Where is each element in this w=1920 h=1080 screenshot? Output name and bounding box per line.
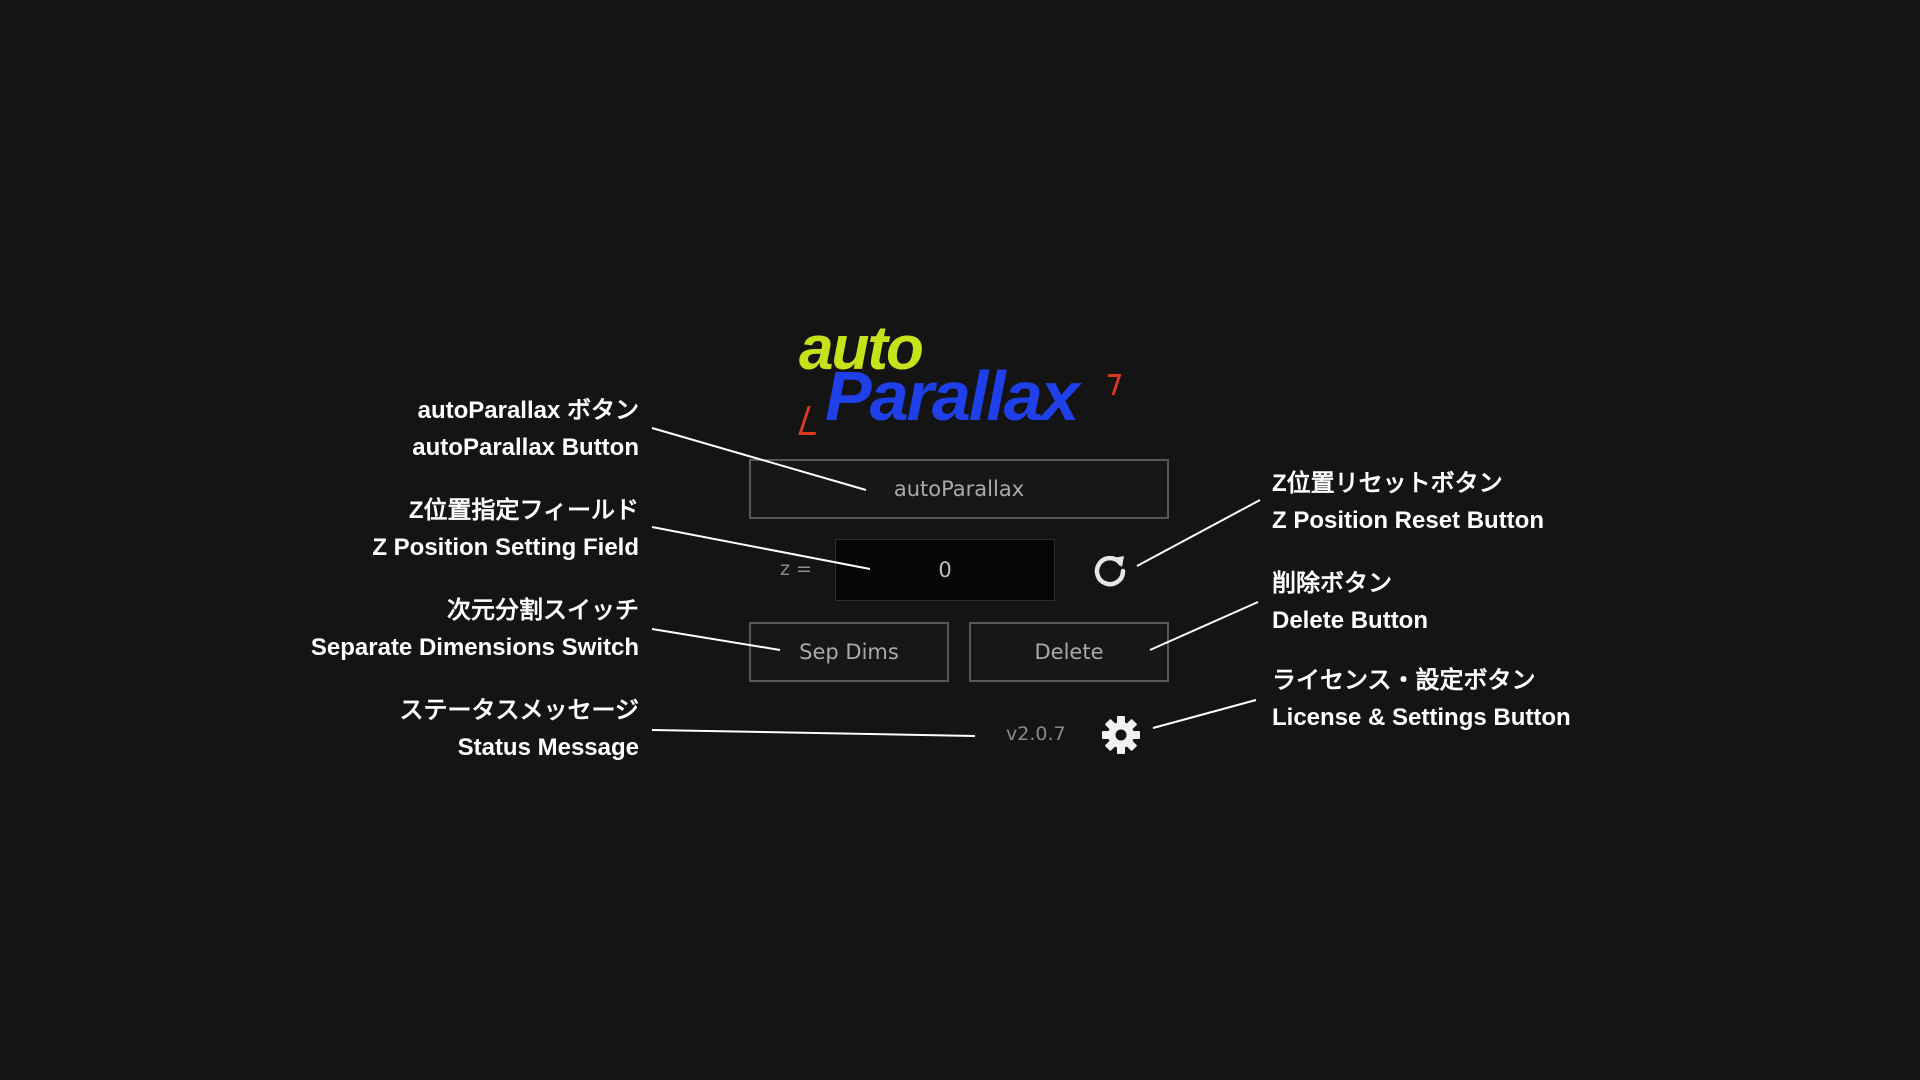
logo-parallax-text: Parallax xyxy=(825,357,1080,435)
annotation-ja: 削除ボタン xyxy=(1272,570,1392,597)
annotation-en: License & Settings Button xyxy=(1272,704,1571,731)
annotation-ja: ステータスメッセージ xyxy=(399,697,639,724)
annotation-ja: Z位置指定フィールド xyxy=(408,497,639,524)
annotation-ja: ライセンス・設定ボタン xyxy=(1272,667,1536,694)
annotation-ja: autoParallax ボタン xyxy=(417,397,639,424)
annotation-ja: 次元分割スイッチ xyxy=(447,597,639,624)
leader-line-status xyxy=(651,729,976,737)
stage: auto Parallax autoParallax z = 0 Sep Dim… xyxy=(0,0,1920,1080)
status-message: v2.0.7 xyxy=(1006,723,1066,745)
annotation-autoparallax-button: autoParallax ボタン autoParallax Button xyxy=(412,392,639,466)
autoparallax-button[interactable]: autoParallax xyxy=(749,459,1169,519)
annotation-delete-button: 削除ボタン Delete Button xyxy=(1272,565,1428,639)
annotation-en: Delete Button xyxy=(1272,607,1428,634)
annotation-z-position-reset-button: Z位置リセットボタン Z Position Reset Button xyxy=(1272,465,1544,539)
refresh-icon[interactable] xyxy=(1090,550,1130,590)
z-label: z = xyxy=(780,558,812,580)
leader-line-settings xyxy=(1152,699,1257,729)
logo-bracket-left xyxy=(798,406,825,435)
annotation-en: Separate Dimensions Switch xyxy=(310,634,639,661)
annotation-license-settings-button: ライセンス・設定ボタン License & Settings Button xyxy=(1272,662,1571,736)
gear-icon[interactable] xyxy=(1100,714,1142,756)
logo-bracket-right xyxy=(1101,374,1122,395)
annotation-z-position-field: Z位置指定フィールド Z Position Setting Field xyxy=(372,492,639,566)
annotation-en: Status Message xyxy=(457,734,639,761)
annotation-en: Z Position Reset Button xyxy=(1272,507,1544,534)
annotation-en: autoParallax Button xyxy=(412,434,639,461)
annotation-ja: Z位置リセットボタン xyxy=(1272,470,1503,497)
autoparallax-logo: auto Parallax xyxy=(795,318,1125,438)
annotation-en: Z Position Setting Field xyxy=(372,534,639,561)
annotation-separate-dimensions-switch: 次元分割スイッチ Separate Dimensions Switch xyxy=(311,592,639,666)
delete-button[interactable]: Delete xyxy=(969,622,1169,682)
sep-dims-button[interactable]: Sep Dims xyxy=(749,622,949,682)
annotation-status-message: ステータスメッセージ Status Message xyxy=(399,692,639,766)
z-position-field[interactable]: 0 xyxy=(835,539,1055,601)
